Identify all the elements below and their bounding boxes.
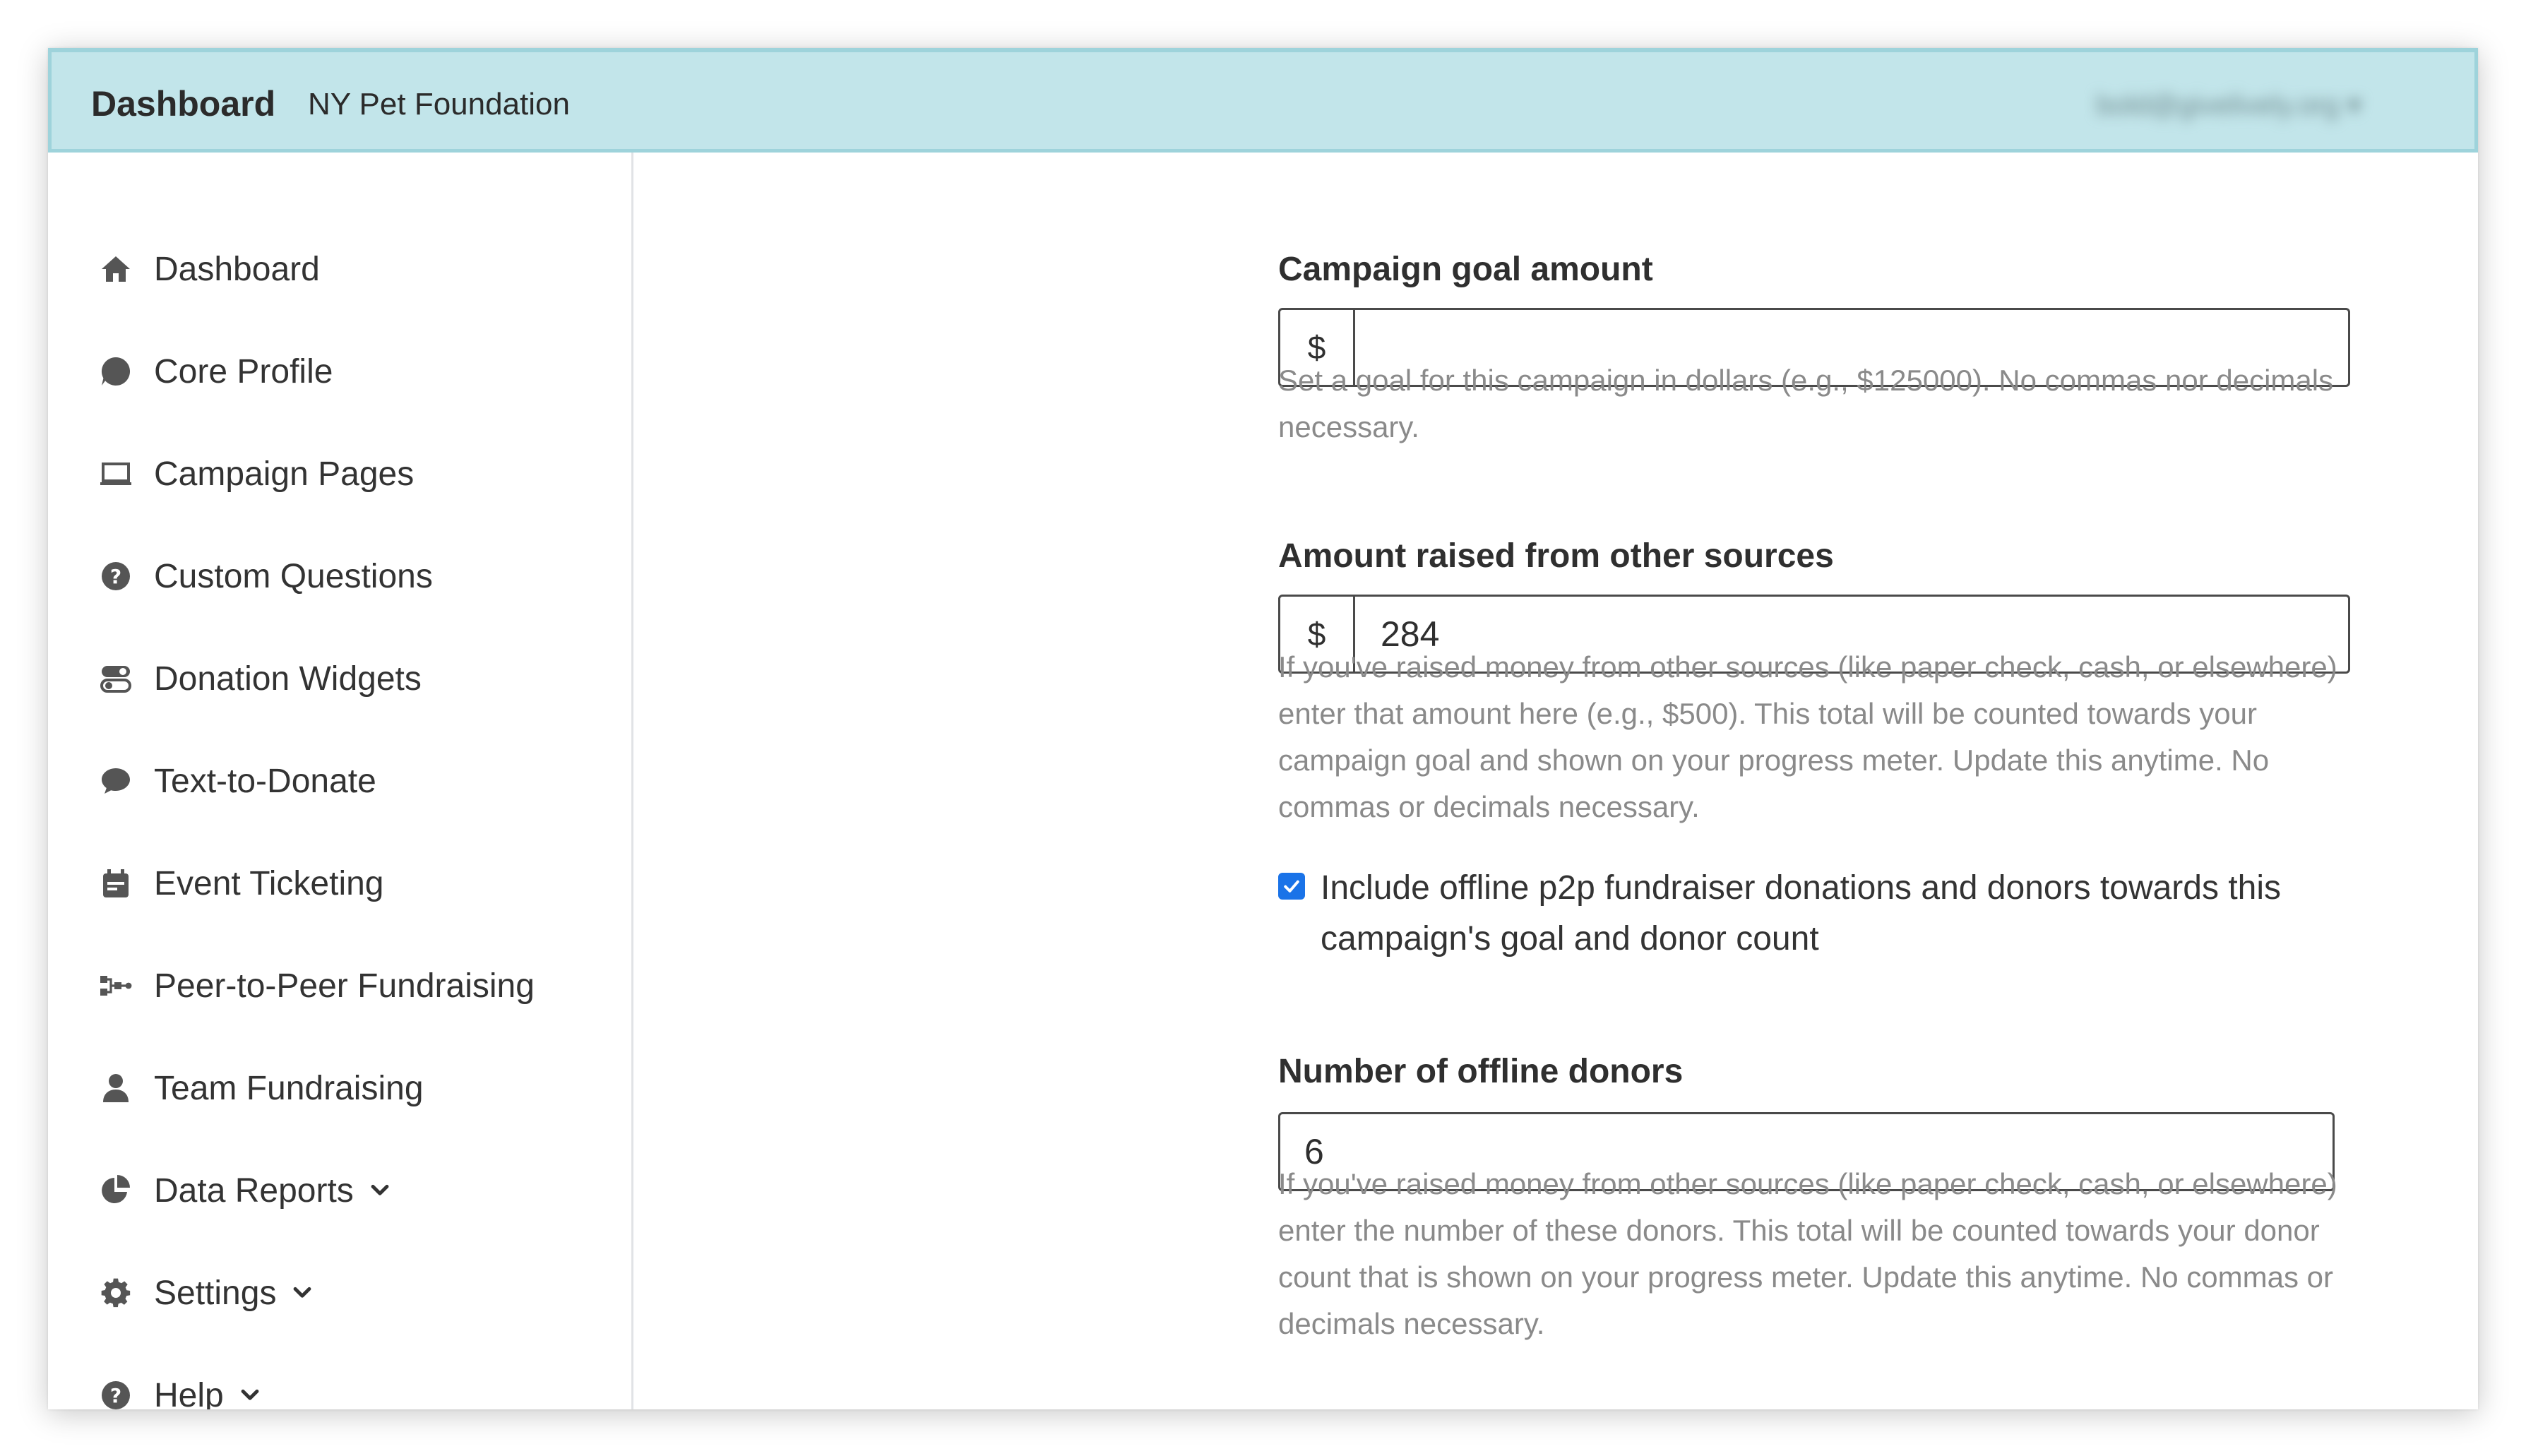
- sidebar-item-label: Dashboard: [154, 250, 320, 288]
- offline-donors-help: If you've raised money from other source…: [1278, 1167, 2337, 1340]
- include-offline-label: Include offline p2p fundraiser donations…: [1321, 869, 2282, 957]
- dashboard-home-link[interactable]: Dashboard: [91, 83, 275, 124]
- laptop-icon: [99, 457, 133, 491]
- sidebar-item-campaign-pages[interactable]: Campaign Pages: [99, 446, 414, 502]
- svg-text:?: ?: [110, 565, 121, 588]
- sidebar-item-label: Settings: [154, 1274, 277, 1312]
- bookmark-icon: [99, 354, 133, 388]
- toggle-icon: [99, 662, 133, 696]
- app-window: Dashboard NY Pet Foundation bold@giveliv…: [48, 48, 2478, 1409]
- sidebar-item-peer-to-peer-fundraising[interactable]: Peer-to-Peer Fundraising: [99, 957, 535, 1014]
- chevron-down-icon: [290, 1281, 314, 1305]
- chevron-down-icon: [368, 1178, 392, 1203]
- user-email: bold@givelively.org: [2096, 90, 2340, 121]
- sidebar-item-label: Team Fundraising: [154, 1069, 424, 1107]
- sidebar-item-core-profile[interactable]: Core Profile: [99, 343, 333, 400]
- sidebar-item-event-ticketing[interactable]: Event Ticketing: [99, 855, 384, 912]
- sidebar-item-team-fundraising[interactable]: Team Fundraising: [99, 1060, 424, 1116]
- sidebar-item-data-reports[interactable]: Data Reports: [99, 1162, 392, 1219]
- goal-amount-help: Set a goal for this campaign in dollars …: [1278, 364, 2334, 443]
- sidebar-item-dashboard[interactable]: Dashboard: [99, 241, 320, 297]
- sidebar-item-label: Event Ticketing: [154, 864, 384, 902]
- organization-name: NY Pet Foundation: [308, 87, 570, 121]
- sidebar-nav: Dashboard Core Profile Campaign Pages ? …: [48, 153, 633, 1409]
- share-nodes-icon: [99, 969, 133, 1003]
- sidebar-item-help[interactable]: ? Help: [99, 1367, 262, 1409]
- sidebar-item-label: Text-to-Donate: [154, 762, 376, 800]
- comment-icon: [99, 764, 133, 798]
- question-circle-icon: ?: [99, 1378, 133, 1409]
- other-sources-help: If you've raised money from other source…: [1278, 650, 2337, 823]
- sidebar-item-settings[interactable]: Settings: [99, 1265, 314, 1321]
- sidebar-item-donation-widgets[interactable]: Donation Widgets: [99, 650, 422, 707]
- include-offline-row: Include offline p2p fundraiser donations…: [1278, 863, 2345, 965]
- offline-donors-label: Number of offline donors: [1278, 1053, 1684, 1090]
- include-offline-checkbox[interactable]: [1278, 873, 1305, 900]
- sidebar-item-label: Campaign Pages: [154, 455, 415, 493]
- top-bar: Dashboard NY Pet Foundation bold@giveliv…: [48, 48, 2478, 153]
- campaign-settings-form: Campaign goal amount $ Set a goal for th…: [633, 153, 2478, 1409]
- sidebar-item-text-to-donate[interactable]: Text-to-Donate: [99, 753, 376, 809]
- sidebar-item-custom-questions[interactable]: ? Custom Questions: [99, 548, 433, 604]
- user-icon: [99, 1071, 133, 1105]
- home-icon: [99, 252, 133, 286]
- calendar-icon: [99, 866, 133, 900]
- goal-amount-label: Campaign goal amount: [1278, 251, 1653, 288]
- chevron-down-icon: [238, 1383, 262, 1407]
- chart-pie-icon: [99, 1174, 133, 1207]
- sidebar-item-label: Data Reports: [154, 1171, 354, 1210]
- svg-text:?: ?: [110, 1384, 121, 1407]
- sidebar-item-label: Custom Questions: [154, 557, 433, 595]
- user-menu-dropdown[interactable]: bold@givelively.org ▾: [2096, 89, 2361, 121]
- other-sources-label: Amount raised from other sources: [1278, 537, 1834, 575]
- sidebar-item-label: Core Profile: [154, 352, 333, 390]
- sidebar-item-label: Donation Widgets: [154, 660, 422, 698]
- sidebar-item-label: Peer-to-Peer Fundraising: [154, 967, 535, 1005]
- question-circle-icon: ?: [99, 559, 133, 593]
- gear-icon: [99, 1276, 133, 1310]
- sidebar-item-label: Help: [154, 1376, 224, 1410]
